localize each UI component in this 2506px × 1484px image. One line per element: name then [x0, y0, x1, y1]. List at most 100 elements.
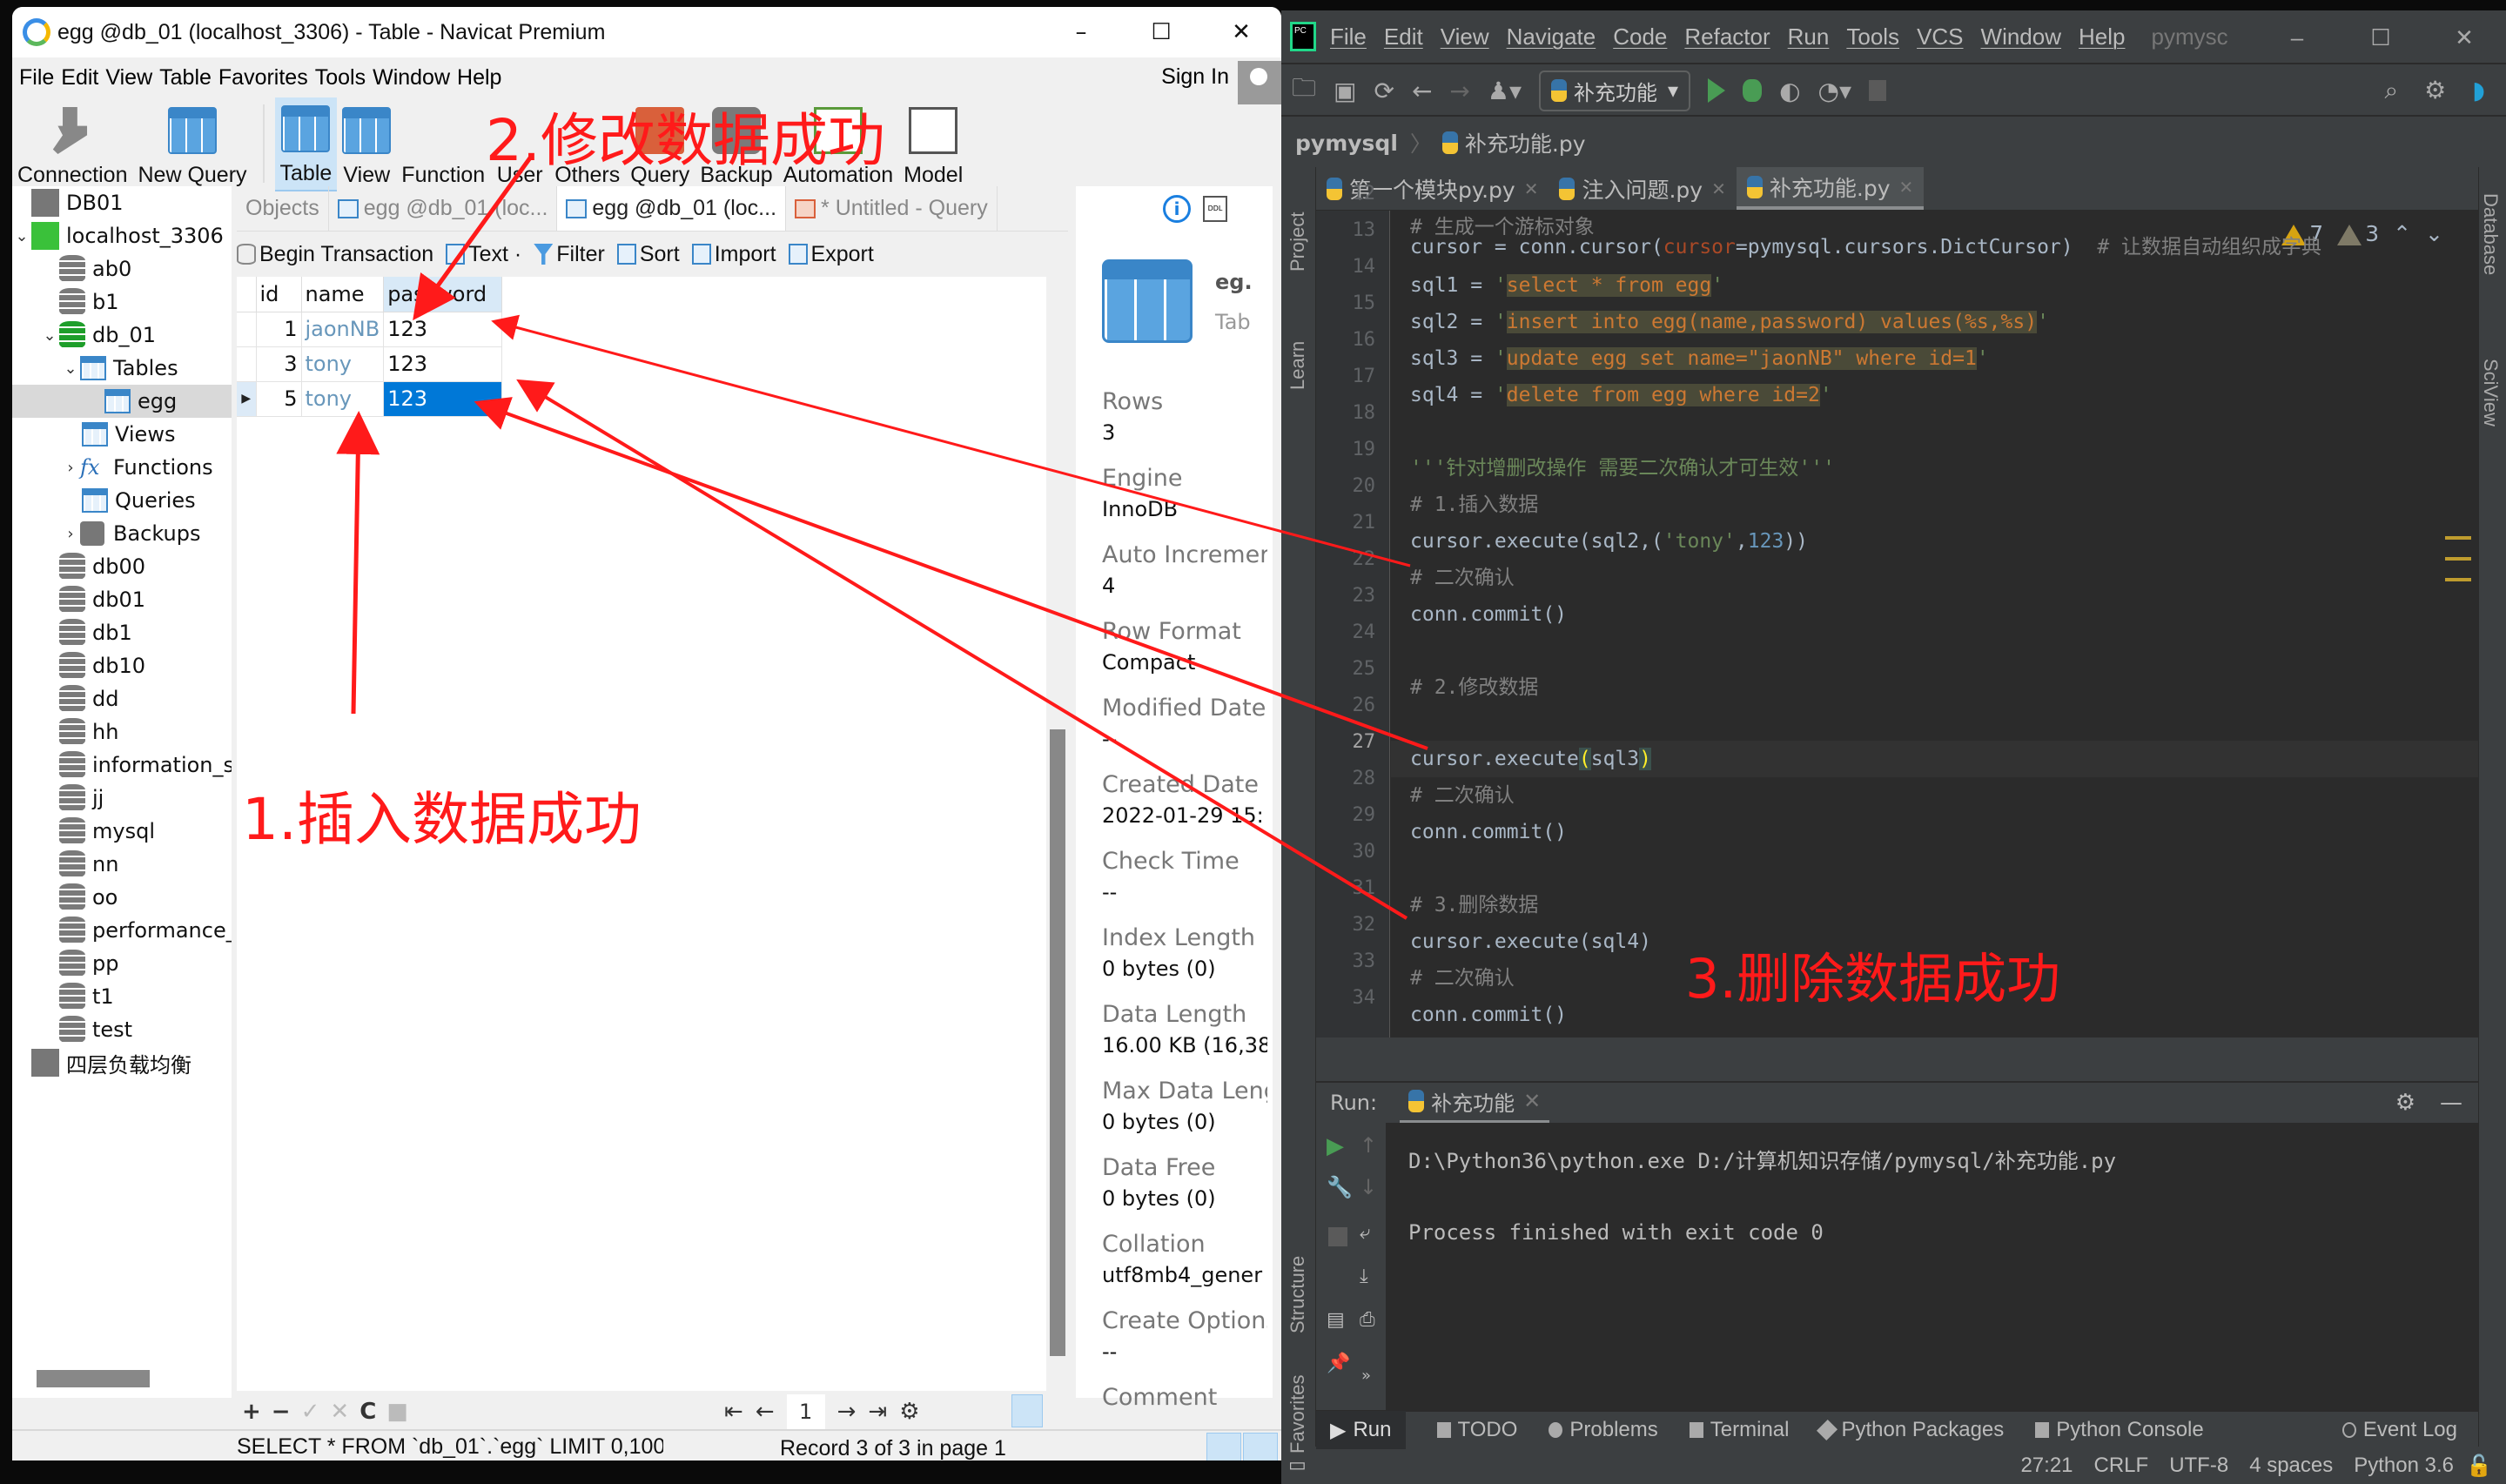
tool-window-sciview[interactable]: SciView	[2479, 359, 2502, 426]
stop-icon[interactable]	[1328, 1227, 1347, 1246]
code-editor[interactable]: 12 13 14 15 16 17 18 19 20 21 22 23 24 25 26 27 28 29 30 31…	[1316, 183, 2478, 1037]
close-tab-icon[interactable]: ✕	[1711, 178, 1726, 199]
cell-id[interactable]: 5	[256, 381, 302, 417]
apply-changes-button[interactable]: ✓	[301, 1399, 320, 1425]
cell-name[interactable]: jaonNB	[301, 312, 385, 347]
grid-scrollbar[interactable]	[1050, 729, 1065, 1356]
tab-egg-data[interactable]: egg @db_01 (loc...	[557, 186, 787, 231]
next-page-icon[interactable]: →	[837, 1399, 857, 1425]
row-indicator[interactable]	[237, 312, 257, 347]
tree-db[interactable]: t1	[12, 980, 232, 1013]
tab-untitled-query[interactable]: * Untitled - Query	[786, 186, 998, 231]
text-button[interactable]: Text ·	[446, 242, 521, 267]
save-icon[interactable]: ▣	[1334, 77, 1356, 105]
run-icon[interactable]	[1708, 78, 1726, 103]
menu-edit[interactable]: Edit	[61, 65, 98, 91]
gear-icon[interactable]: ⚙	[899, 1399, 919, 1425]
menu-window[interactable]: Window	[1981, 24, 2061, 50]
hide-panel-icon[interactable]: —	[2440, 1090, 2462, 1116]
chevron-down-icon[interactable]: ⌄	[12, 227, 31, 245]
menu-file[interactable]: File	[1330, 24, 1367, 50]
tool-tab-python-console[interactable]: Python Console	[2035, 1418, 2204, 1442]
tree-db[interactable]: ab0	[12, 252, 232, 285]
minimize-button[interactable]: –	[2255, 10, 2339, 64]
sort-button[interactable]: Sort	[616, 242, 680, 267]
menu-window[interactable]: Window	[373, 65, 450, 91]
menu-run[interactable]: Run	[1788, 24, 1830, 50]
grid-view-button[interactable]	[1011, 1394, 1043, 1427]
tree-db[interactable]: mysql	[12, 815, 232, 848]
tree-db[interactable]: performance_	[12, 914, 232, 947]
status-caret-position[interactable]: 27:21	[2020, 1454, 2073, 1478]
tool-window-learn[interactable]: Learn	[1287, 341, 1309, 390]
tool-tab-problems[interactable]: Problems	[1549, 1418, 1658, 1442]
toolbar-model[interactable]: Model	[898, 97, 968, 191]
scroll-up-icon[interactable]: ↑	[1360, 1133, 1377, 1158]
chevron-right-icon[interactable]: ›	[61, 459, 80, 477]
status-line-separator[interactable]: CRLF	[2094, 1454, 2149, 1478]
tree-queries[interactable]: Queries	[12, 484, 232, 517]
debug-icon[interactable]	[1743, 79, 1763, 102]
stop-button[interactable]: ■	[386, 1399, 408, 1425]
minimize-button[interactable]: –	[1041, 7, 1121, 57]
layout-icon[interactable]: ▤	[1327, 1309, 1345, 1331]
info-icon[interactable]: i	[1163, 195, 1191, 223]
menu-table[interactable]: Table	[159, 65, 212, 91]
tree-connection-db01[interactable]: DB01	[12, 186, 232, 219]
status-interpreter[interactable]: Python 3.6	[2354, 1454, 2454, 1478]
gear-icon[interactable]: ⚙	[2395, 1090, 2415, 1116]
menu-file[interactable]: File	[19, 65, 54, 91]
tree-db[interactable]: jj	[12, 782, 232, 815]
close-tab-icon[interactable]: ✕	[1523, 1089, 1541, 1113]
close-tab-icon[interactable]: ✕	[1899, 177, 1914, 198]
tree-tables[interactable]: ⌄ Tables	[12, 352, 232, 385]
tree-db[interactable]: oo	[12, 881, 232, 914]
tree-table-egg[interactable]: egg	[12, 385, 232, 418]
menu-tools[interactable]: Tools	[1846, 24, 1899, 50]
add-record-button[interactable]: +	[242, 1399, 261, 1425]
tree-db[interactable]: b1	[12, 285, 232, 319]
profile-icon[interactable]: ◔▾	[1818, 77, 1852, 105]
cell-password[interactable]: 123	[383, 312, 503, 347]
table-row[interactable]: ▶ 5 tony 123	[237, 381, 503, 417]
maximize-button[interactable]: ☐	[2339, 10, 2422, 64]
open-folder-icon[interactable]: 🗀	[1292, 70, 1316, 111]
tool-window-database[interactable]: Database	[2479, 193, 2502, 275]
sign-in-link[interactable]: Sign In	[1161, 64, 1229, 90]
tree-connection-localhost[interactable]: ⌄ localhost_3306	[12, 219, 232, 252]
sync-icon[interactable]: ⟳	[1374, 77, 1394, 105]
table-row[interactable]: 1 jaonNB 123	[237, 312, 503, 347]
tool-tab-terminal[interactable]: Terminal	[1689, 1418, 1789, 1442]
menu-navigate[interactable]: Navigate	[1507, 24, 1596, 50]
import-button[interactable]: Import	[691, 242, 776, 267]
refresh-button[interactable]: C	[359, 1399, 376, 1425]
tree-db[interactable]: dd	[12, 682, 232, 715]
lock-icon[interactable]: 🔓	[2466, 1454, 2492, 1479]
back-icon[interactable]: ←	[1412, 77, 1432, 105]
wrench-icon[interactable]: 🔧	[1327, 1175, 1353, 1199]
tree-db[interactable]: db10	[12, 649, 232, 682]
cell-password-selected[interactable]: 123	[383, 381, 503, 417]
code-with-me-icon[interactable]: ◗	[2472, 76, 2485, 105]
soft-wrap-icon[interactable]: ⤶	[1360, 1222, 1370, 1244]
menu-refactor[interactable]: Refactor	[1684, 24, 1770, 50]
scroll-to-end-icon[interactable]: ⤓	[1360, 1266, 1368, 1287]
tree-db[interactable]: nn	[12, 848, 232, 881]
print-icon[interactable]: ⎙	[1360, 1309, 1375, 1331]
warning-stripe-marker[interactable]	[2445, 578, 2471, 581]
maximize-button[interactable]: ☐	[1121, 7, 1201, 57]
menu-favorites[interactable]: Favorites	[218, 65, 308, 91]
menu-view[interactable]: View	[1441, 24, 1489, 50]
toolbar-new-query[interactable]: New Query	[132, 97, 252, 191]
current-row-indicator-icon[interactable]: ▶	[237, 381, 257, 417]
menu-view[interactable]: View	[105, 65, 152, 91]
pin-icon[interactable]: 📌	[1327, 1353, 1350, 1374]
previous-highlight-icon[interactable]: ⌃	[2393, 221, 2411, 246]
tool-tab-event-log[interactable]: Event Log	[2341, 1418, 2457, 1442]
table-row[interactable]: 3 tony 123	[237, 346, 503, 382]
editor-tab-active[interactable]: 补充功能.py ✕	[1736, 167, 1925, 210]
toolbar-connection[interactable]: Connection	[12, 97, 132, 191]
status-encoding[interactable]: UTF-8	[2169, 1454, 2228, 1478]
begin-transaction-button[interactable]: Begin Transaction	[237, 242, 433, 267]
close-tab-icon[interactable]: ✕	[1524, 178, 1539, 199]
